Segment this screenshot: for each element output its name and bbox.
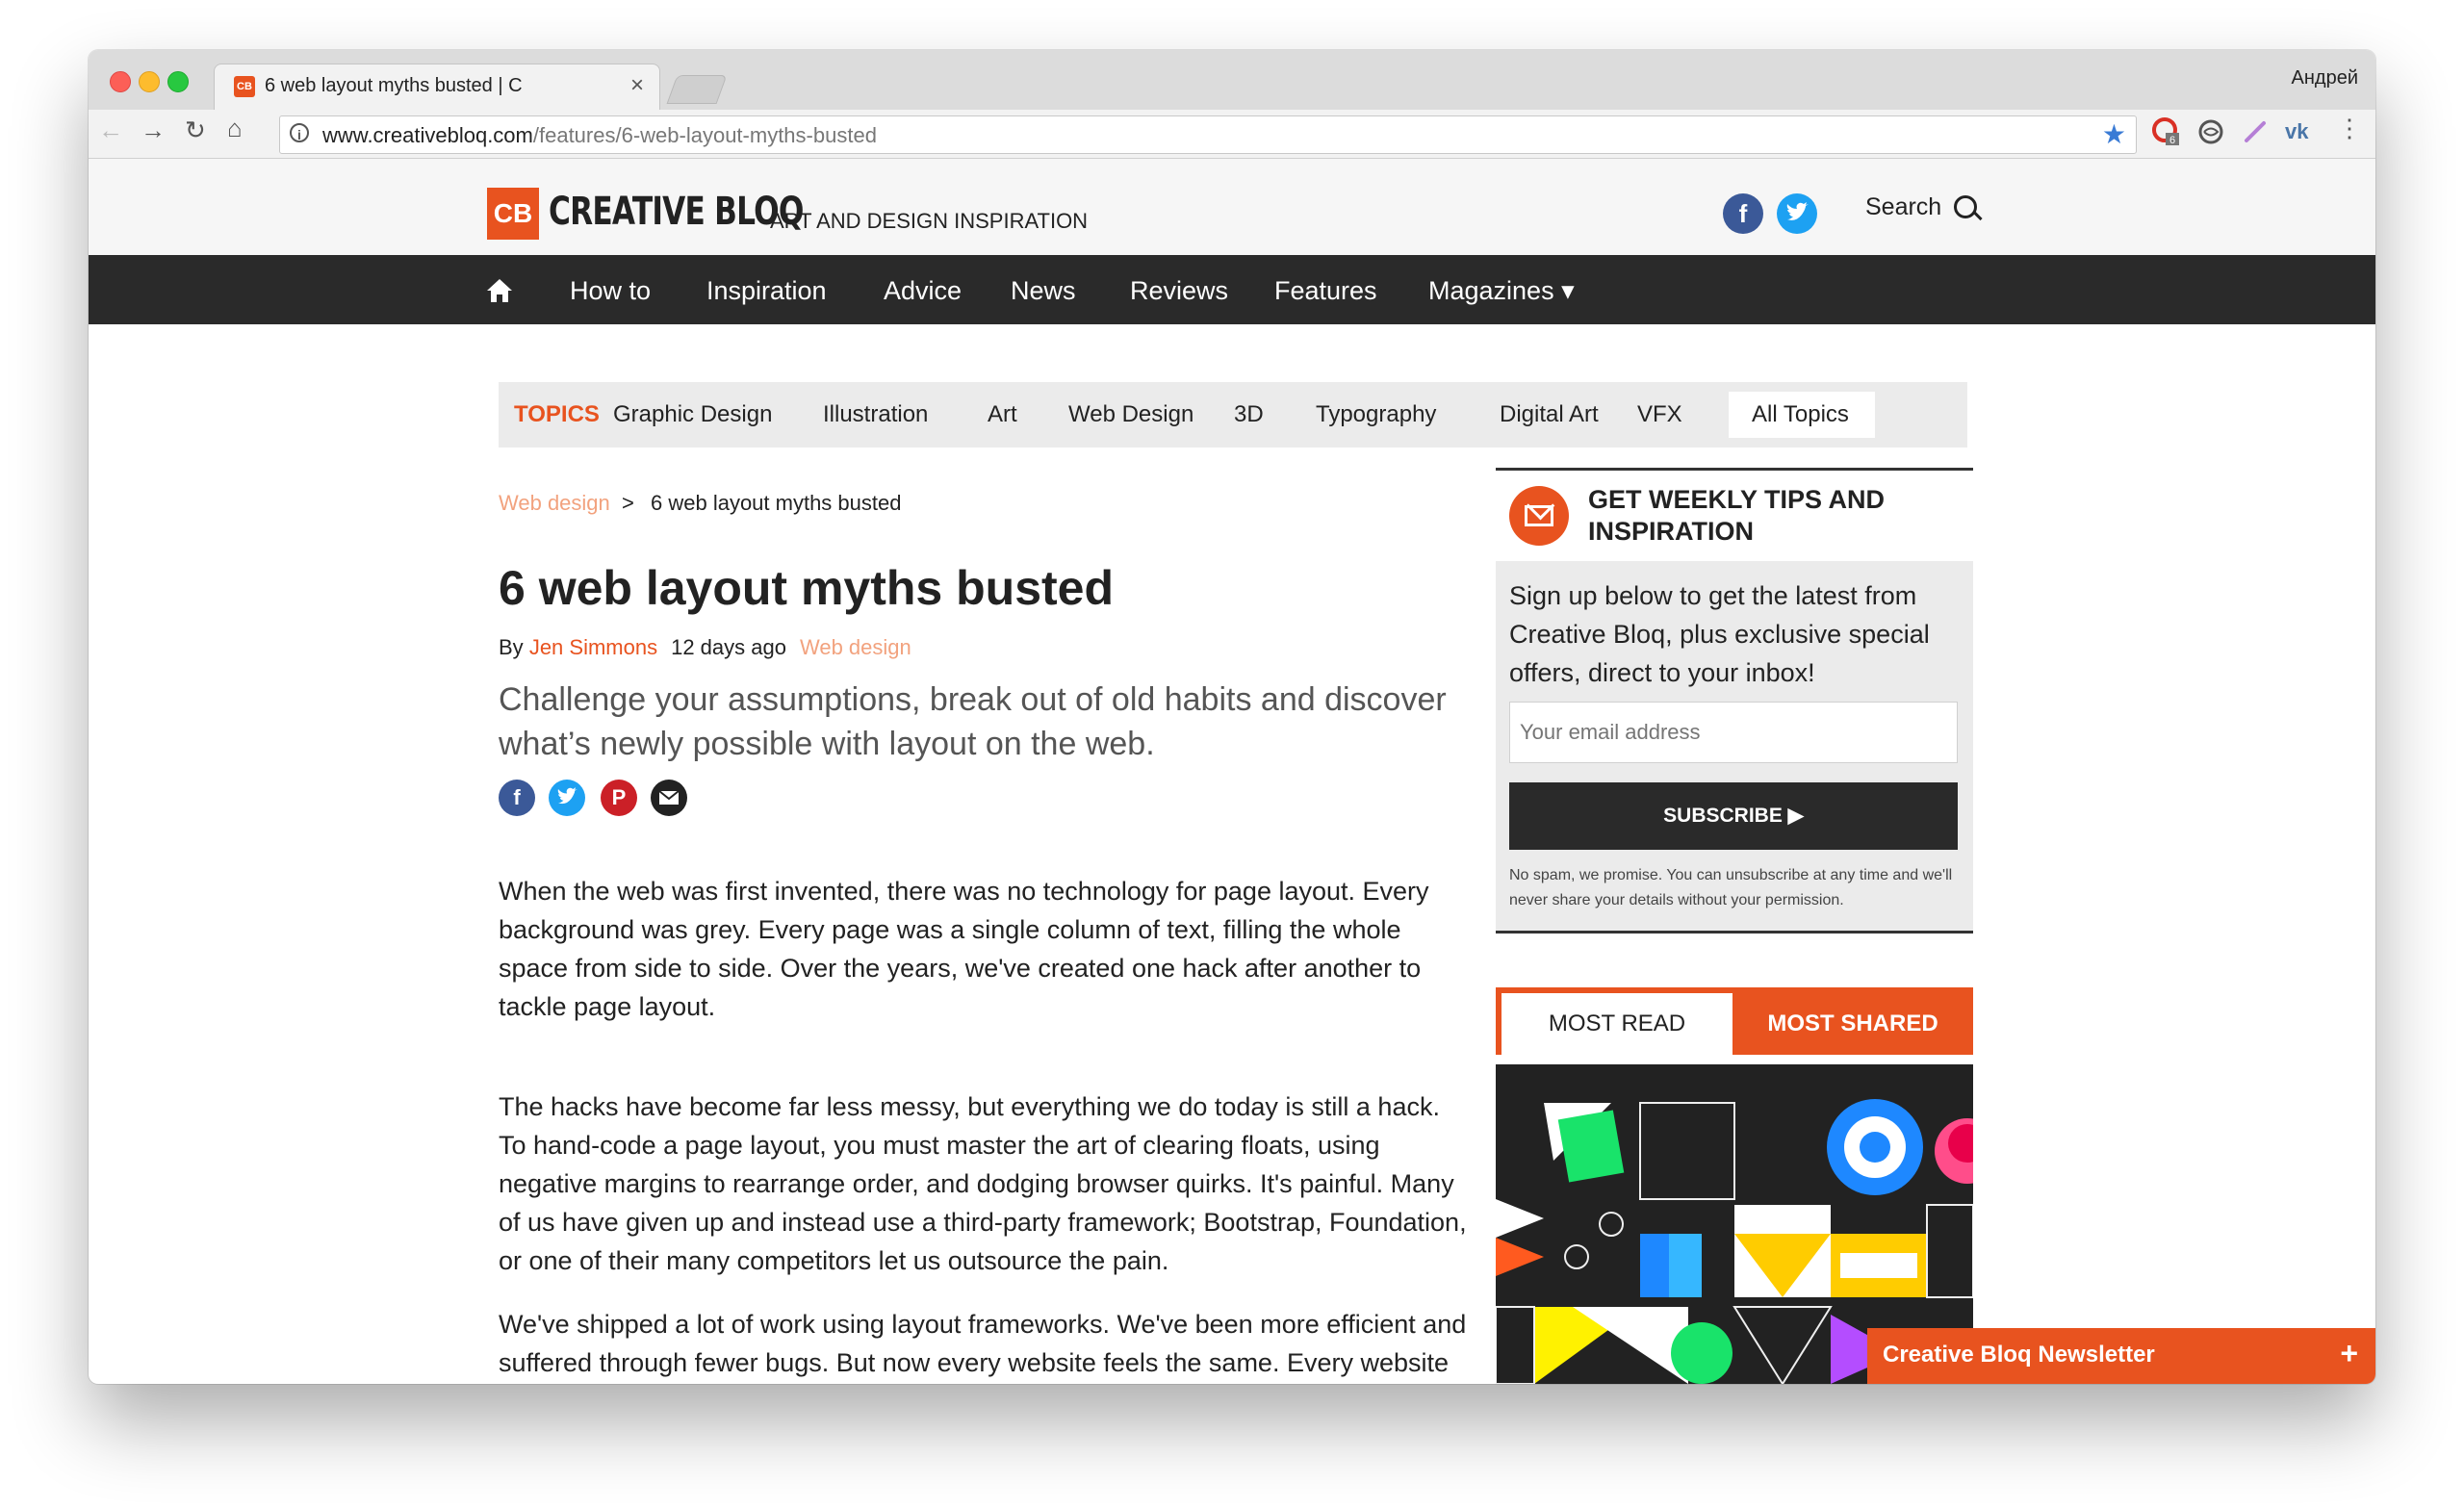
subscribe-button[interactable]: SUBSCRIBE ▶ — [1509, 782, 1958, 850]
topic-art[interactable]: Art — [988, 401, 1017, 428]
home-nav-icon[interactable] — [485, 276, 514, 305]
search-link[interactable]: Search — [1865, 193, 1941, 221]
tab-most-read[interactable]: MOST READ — [1502, 993, 1732, 1055]
facebook-icon[interactable]: f — [1723, 193, 1763, 234]
topic-typography[interactable]: Typography — [1316, 401, 1436, 428]
byline-by: By — [499, 635, 524, 659]
article-standfirst: Challenge your assumptions, break out of… — [499, 681, 1447, 762]
svg-text:vk: vk — [2285, 119, 2309, 143]
search-icon[interactable] — [1954, 195, 1977, 218]
topic-illustration[interactable]: Illustration — [823, 401, 928, 428]
topic-3d[interactable]: 3D — [1234, 401, 1264, 428]
share-pinterest-icon[interactable]: P — [601, 780, 637, 816]
most-read-label: MOST READ — [1548, 1010, 1686, 1036]
nav-features[interactable]: Features — [1274, 276, 1377, 306]
share-twitter-icon[interactable] — [549, 780, 585, 816]
newsletter-text: Sign up below to get the latest from Cre… — [1509, 581, 1930, 687]
most-tabs: MOST READ MOST SHARED — [1496, 987, 1973, 1055]
extension-red-icon[interactable]: 6 — [2152, 117, 2181, 146]
breadcrumb-separator: > — [622, 491, 634, 515]
site-header: CB CREATIVE BLOQ ART AND DESIGN INSPIRAT… — [89, 159, 2375, 255]
all-topics-button[interactable]: All Topics — [1729, 392, 1875, 438]
favicon-icon: CB — [234, 76, 255, 97]
logo-mark[interactable]: CB — [487, 188, 539, 240]
topic-graphic-design[interactable]: Graphic Design — [613, 401, 772, 428]
share-email-icon[interactable] — [651, 780, 687, 816]
nav-how-to[interactable]: How to — [570, 276, 651, 306]
pen-extension-icon[interactable] — [2241, 117, 2270, 146]
profile-name[interactable]: Андрей — [2292, 67, 2358, 90]
reload-icon[interactable]: ↻ — [185, 115, 206, 145]
minimize-window-button[interactable] — [139, 71, 160, 92]
forward-arrow-icon[interactable]: → — [141, 115, 166, 145]
expand-plus-icon[interactable]: + — [2340, 1336, 2358, 1371]
url-text: www.creativebloq.com/features/6-web-layo… — [322, 123, 877, 148]
close-window-button[interactable] — [110, 71, 131, 92]
twitter-icon[interactable] — [1777, 193, 1817, 234]
newsletter-widget: GET WEEKLY TIPS AND INSPIRATION Sign up … — [1496, 468, 1973, 934]
topic-digital-art[interactable]: Digital Art — [1500, 401, 1599, 428]
newsletter-heading: GET WEEKLY TIPS AND INSPIRATION — [1588, 485, 1886, 546]
browser-tab[interactable]: CB 6 web layout myths busted | C × — [214, 64, 660, 111]
all-topics-label: All Topics — [1752, 401, 1849, 427]
browser-toolbar: ← → ↻ ⌂ i www.creativebloq.com/features/… — [89, 110, 2375, 159]
menu-dots-icon[interactable]: ⋮ — [2337, 114, 2362, 143]
url-path: /features/6-web-layout-myths-busted — [532, 123, 877, 147]
new-tab-button[interactable] — [666, 75, 728, 104]
zoom-window-button[interactable] — [167, 71, 189, 92]
home-icon[interactable]: ⌂ — [227, 114, 243, 143]
nav-magazines[interactable]: Magazines ▾ — [1428, 276, 1575, 306]
extension-gray-icon[interactable] — [2196, 117, 2225, 146]
email-input[interactable] — [1509, 702, 1958, 763]
newsletter-header: GET WEEKLY TIPS AND INSPIRATION — [1496, 468, 1973, 564]
article-title: 6 web layout myths busted — [499, 561, 1115, 615]
share-facebook-icon[interactable]: f — [499, 780, 535, 816]
nav-inspiration[interactable]: Inspiration — [706, 276, 827, 306]
byline: By Jen Simmons 12 days ago Web design — [499, 635, 911, 660]
tab-bar: CB 6 web layout myths busted | C × Андре… — [89, 50, 2375, 111]
close-tab-icon[interactable]: × — [630, 72, 644, 99]
topics-bar: TOPICS Graphic Design Illustration Art W… — [499, 382, 1967, 448]
url-domain: www.creativebloq.com — [322, 123, 533, 147]
breadcrumb-link[interactable]: Web design — [499, 491, 610, 516]
extension-badge: 6 — [2169, 135, 2175, 146]
floating-newsletter-label: Creative Bloq Newsletter — [1883, 1342, 2155, 1368]
nav-news[interactable]: News — [1011, 276, 1076, 306]
info-icon[interactable]: i — [290, 123, 309, 142]
nav-advice[interactable]: Advice — [884, 276, 962, 306]
site-tagline: ART AND DESIGN INSPIRATION — [770, 209, 1089, 233]
newsletter-fine-print: No spam, we promise. You can unsubscribe… — [1509, 867, 1953, 908]
logo-text[interactable]: CREATIVE BLOQ — [549, 190, 804, 234]
most-shared-label: MOST SHARED — [1767, 1010, 1938, 1036]
floating-newsletter-bar[interactable]: Creative Bloq Newsletter + — [1867, 1328, 2375, 1384]
nav-reviews[interactable]: Reviews — [1130, 276, 1228, 306]
author-link[interactable]: Jen Simmons — [529, 635, 657, 659]
address-bar[interactable]: i www.creativebloq.com/features/6-web-la… — [279, 115, 2137, 154]
browser-window: CB 6 web layout myths busted | C × Андре… — [89, 50, 2375, 1384]
bookmark-star-icon[interactable]: ★ — [2102, 118, 2126, 150]
topics-label: TOPICS — [514, 401, 600, 427]
newsletter-body: Sign up below to get the latest from Cre… — [1496, 561, 1973, 934]
tab-title: 6 web layout myths busted | C — [265, 75, 523, 96]
tab-most-shared[interactable]: MOST SHARED — [1732, 993, 1973, 1055]
envelope-icon — [1509, 486, 1569, 546]
topic-vfx[interactable]: VFX — [1637, 401, 1682, 428]
main-nav: How to Inspiration Advice News Reviews F… — [89, 255, 2375, 324]
article-paragraph-3: We've shipped a lot of work using layout… — [499, 1310, 1467, 1377]
article-date: 12 days ago — [671, 635, 786, 659]
category-link[interactable]: Web design — [800, 635, 911, 659]
topic-web-design[interactable]: Web Design — [1068, 401, 1194, 428]
article-paragraph-2: The hacks have become far less messy, bu… — [499, 1092, 1467, 1275]
back-arrow-icon[interactable]: ← — [98, 115, 123, 145]
article-paragraph-1: When the web was first invented, there w… — [499, 877, 1429, 1021]
breadcrumb-current: 6 web layout myths busted — [651, 491, 902, 515]
vk-icon[interactable]: vk — [2283, 117, 2312, 146]
